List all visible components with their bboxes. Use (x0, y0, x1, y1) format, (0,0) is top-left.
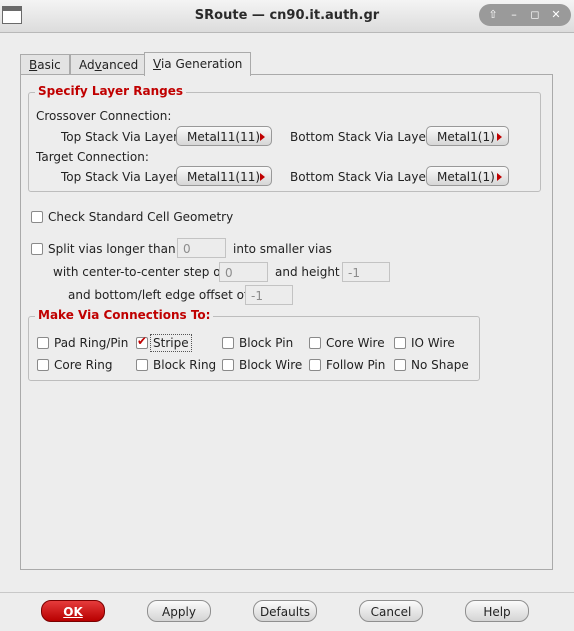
layer-ranges-title: Specify Layer Ranges (35, 84, 187, 98)
block-wire-label: Block Wire (239, 358, 303, 372)
split-vias-suffix: into smaller vias (233, 242, 332, 256)
block-pin-label: Block Pin (239, 336, 294, 350)
maximize-icon[interactable]: ◻ (527, 7, 543, 23)
crossover-top-stack-menu[interactable]: Metal11(11) (176, 126, 272, 146)
core-wire-checkbox[interactable] (309, 337, 321, 349)
pad-ring-pin-label: Pad Ring/Pin (54, 336, 129, 350)
split-vias-length-field[interactable]: 0 (177, 238, 226, 258)
block-ring-label: Block Ring (153, 358, 217, 372)
target-bottom-stack-menu[interactable]: Metal1(1) (426, 166, 509, 186)
crossover-top-stack-label: Top Stack Via Layer: (61, 130, 182, 144)
core-wire-label: Core Wire (326, 336, 385, 350)
menu-arrow-icon (260, 173, 265, 181)
menu-arrow-icon (260, 133, 265, 141)
apply-button[interactable]: Apply (147, 600, 211, 622)
pad-ring-pin-checkbox[interactable] (37, 337, 49, 349)
height-field[interactable]: -1 (342, 262, 390, 282)
stripe-checkbox[interactable] (136, 334, 148, 349)
tab-basic[interactable]: Basic (20, 54, 70, 75)
block-pin-checkbox[interactable] (222, 337, 234, 349)
crossover-bottom-stack-menu[interactable]: Metal1(1) (426, 126, 509, 146)
shade-icon[interactable]: ⇧ (485, 7, 501, 23)
target-top-stack-value: Metal11(11) (187, 170, 261, 184)
io-wire-checkbox[interactable] (394, 337, 406, 349)
check-std-cell-label: Check Standard Cell Geometry (48, 210, 234, 224)
menu-arrow-icon (497, 173, 502, 181)
target-bottom-stack-value: Metal1(1) (437, 170, 495, 184)
help-button-label: Help (483, 605, 511, 619)
offset-field[interactable]: -1 (245, 285, 293, 305)
defaults-button-label: Defaults (259, 605, 311, 619)
ok-button[interactable]: OK (41, 600, 105, 622)
ok-button-label: OK (63, 605, 83, 619)
target-bottom-stack-label: Bottom Stack Via Layer: (290, 170, 435, 184)
minimize-icon[interactable]: – (506, 7, 522, 23)
split-vias-label: Split vias longer than (48, 242, 176, 256)
block-ring-checkbox[interactable] (136, 359, 148, 371)
split-vias-checkbox[interactable] (31, 243, 43, 255)
crossover-connection-label: Crossover Connection: (36, 109, 172, 123)
button-bar-separator (0, 592, 574, 593)
height-label: and height (275, 265, 340, 279)
cancel-button[interactable]: Cancel (359, 600, 423, 622)
via-connections-title: Make Via Connections To: (35, 308, 214, 322)
stripe-label: Stripe (150, 334, 192, 352)
menu-arrow-icon (497, 133, 502, 141)
follow-pin-checkbox[interactable] (309, 359, 321, 371)
core-ring-checkbox[interactable] (37, 359, 49, 371)
block-wire-checkbox[interactable] (222, 359, 234, 371)
tab-advanced[interactable]: Advanced (70, 54, 148, 75)
tab-via-generation[interactable]: Via Generation (144, 52, 252, 76)
core-ring-label: Core Ring (54, 358, 113, 372)
close-icon[interactable]: ✕ (548, 7, 564, 23)
cancel-button-label: Cancel (370, 605, 412, 619)
target-connection-label: Target Connection: (36, 150, 149, 164)
check-std-cell-checkbox[interactable] (31, 211, 43, 223)
step-label: with center-to-center step of (53, 265, 225, 279)
defaults-button[interactable]: Defaults (253, 600, 317, 622)
window-controls: ⇧ – ◻ ✕ (479, 4, 571, 26)
crossover-bottom-stack-value: Metal1(1) (437, 130, 495, 144)
target-top-stack-label: Top Stack Via Layer: (61, 170, 182, 184)
crossover-top-stack-value: Metal11(11) (187, 130, 261, 144)
target-top-stack-menu[interactable]: Metal11(11) (176, 166, 272, 186)
title-bar[interactable]: SRoute — cn90.it.auth.gr ⇧ – ◻ ✕ (0, 0, 574, 33)
no-shape-checkbox[interactable] (394, 359, 406, 371)
io-wire-label: IO Wire (411, 336, 455, 350)
apply-button-label: Apply (162, 605, 196, 619)
no-shape-label: No Shape (411, 358, 469, 372)
step-field[interactable]: 0 (219, 262, 268, 282)
follow-pin-label: Follow Pin (326, 358, 386, 372)
help-button[interactable]: Help (465, 600, 529, 622)
crossover-bottom-stack-label: Bottom Stack Via Layer: (290, 130, 435, 144)
offset-label: and bottom/left edge offset of (68, 288, 249, 302)
